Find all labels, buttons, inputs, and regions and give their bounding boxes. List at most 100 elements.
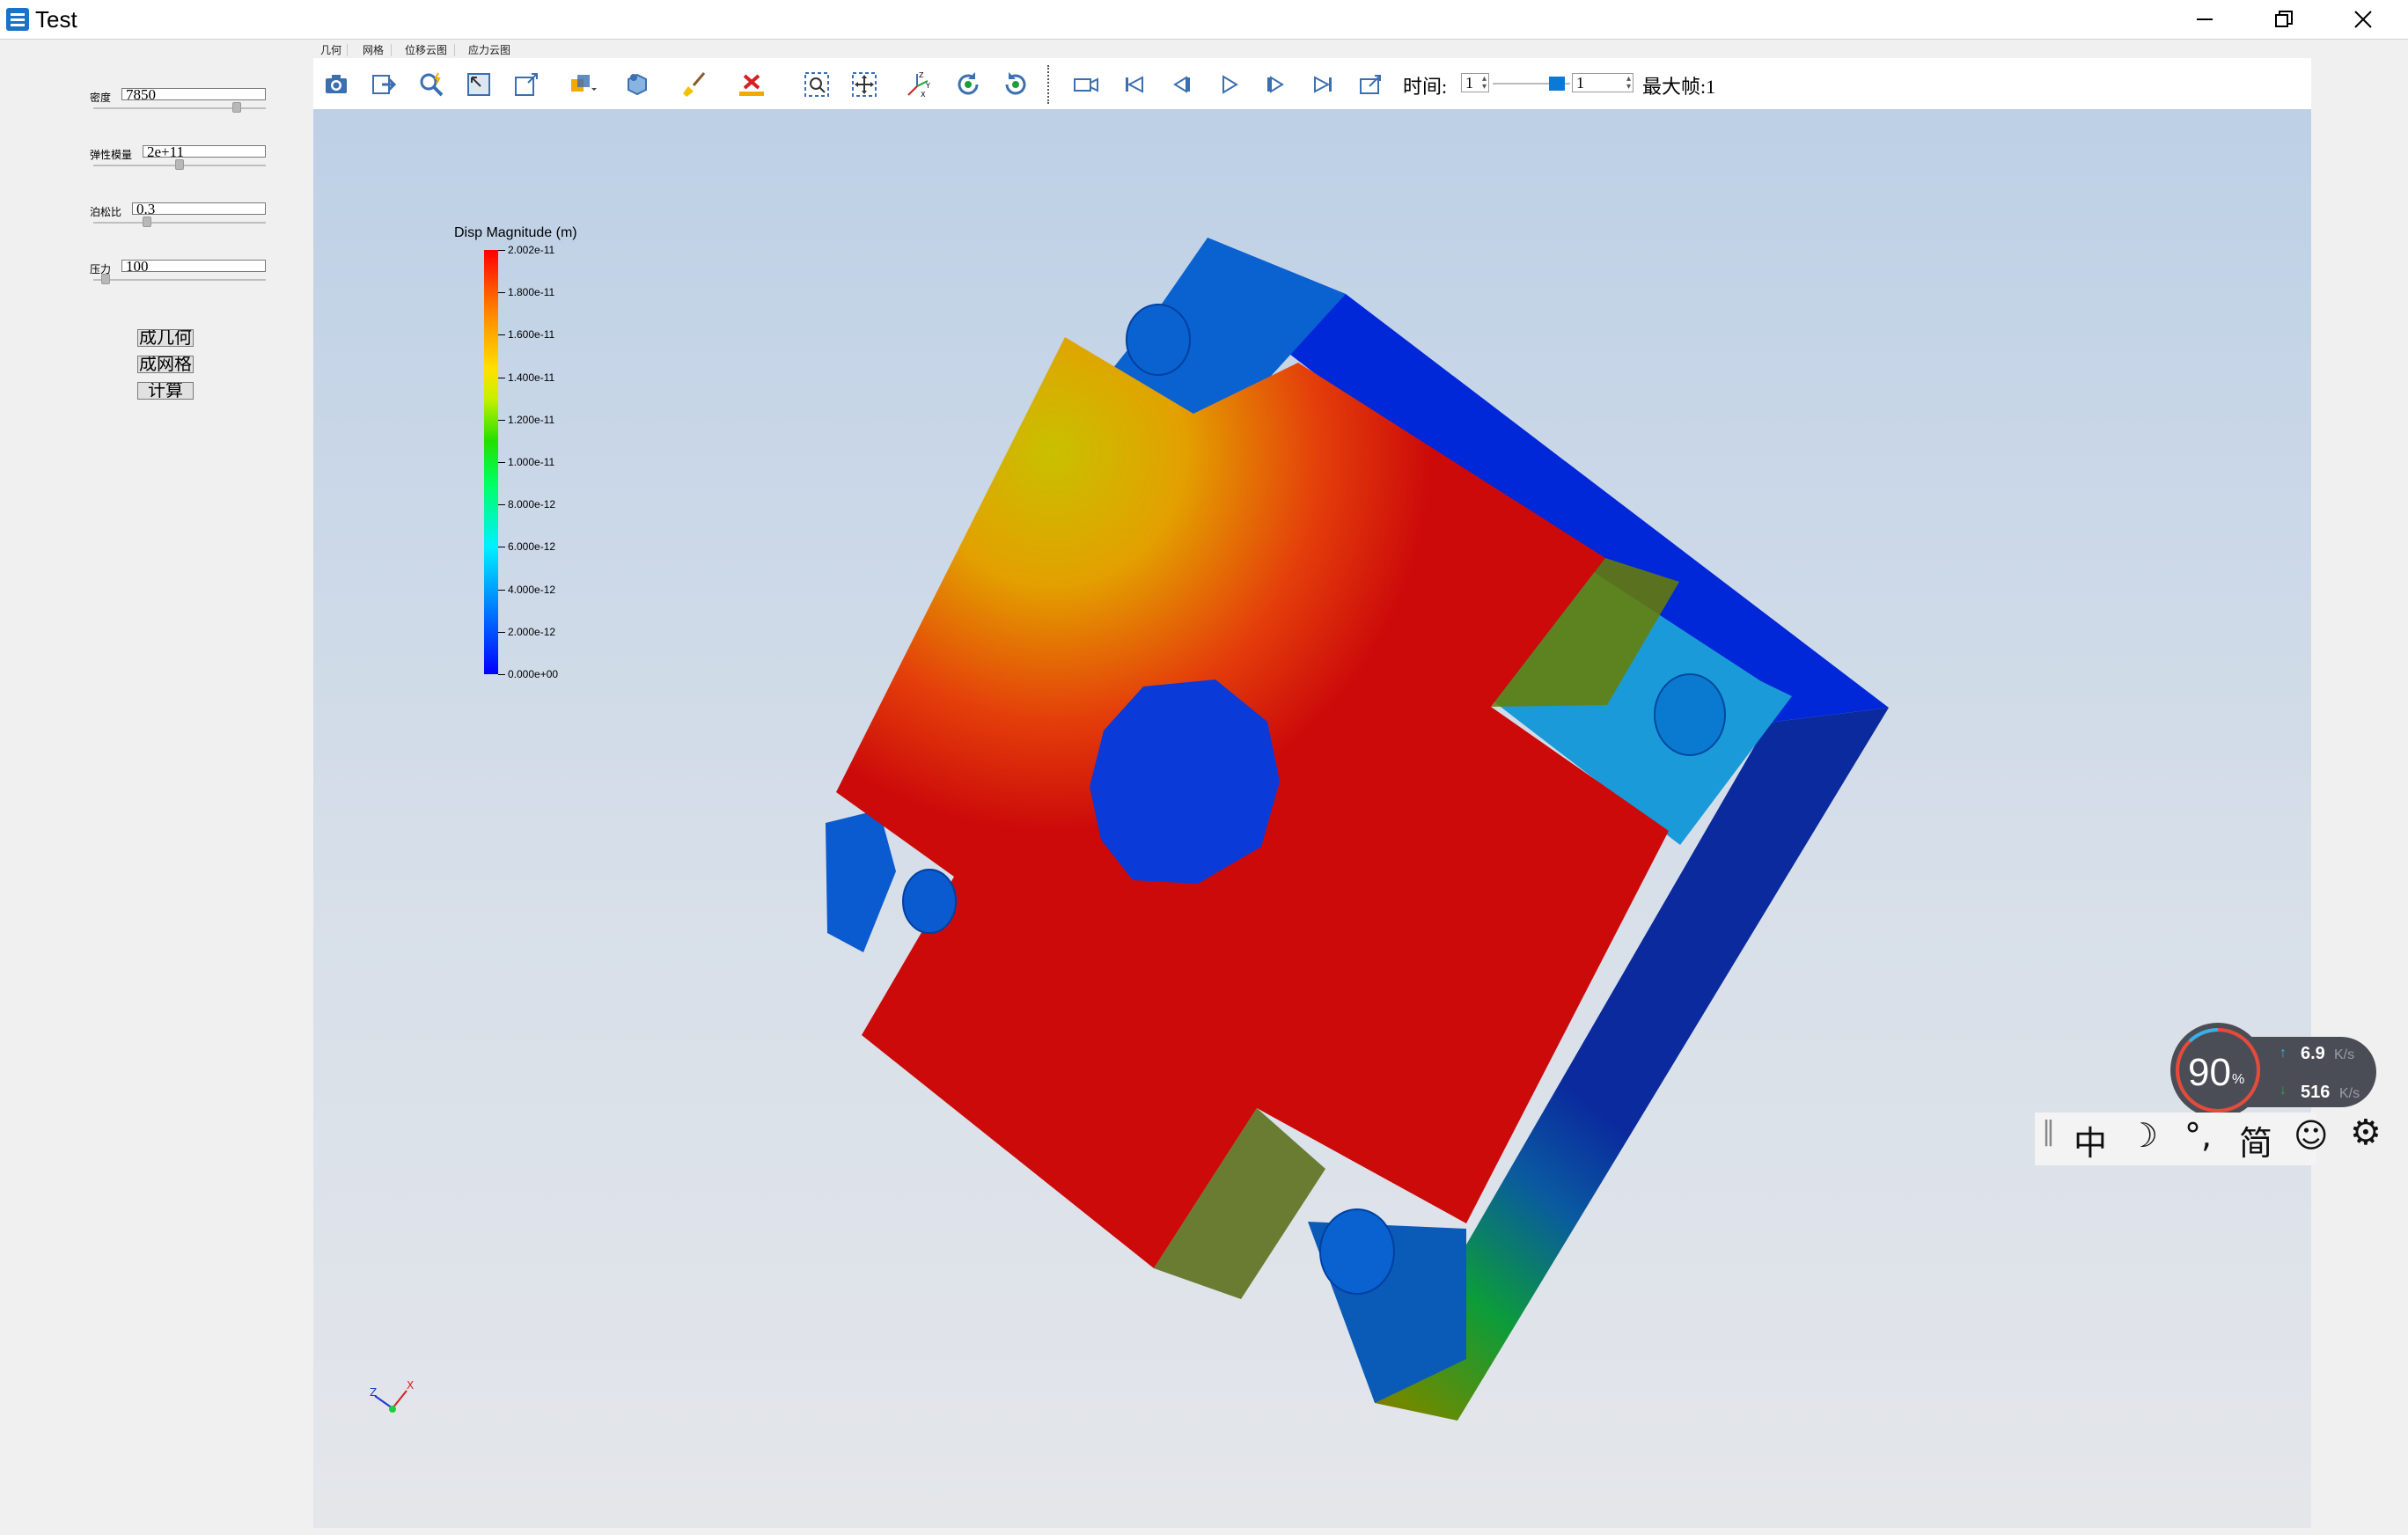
modulus-slider-handle[interactable]	[175, 159, 184, 170]
time-value: 1	[1465, 74, 1473, 92]
tab-displacement[interactable]: 位移云图	[405, 42, 447, 57]
legend-tick	[498, 504, 505, 506]
cube-icon	[628, 73, 647, 96]
legend-tick-label: 1.600e-11	[508, 328, 555, 342]
play-button[interactable]	[1215, 70, 1243, 99]
legend-tick-label: 2.000e-12	[508, 625, 556, 638]
rotate-ccw-button[interactable]	[1002, 70, 1030, 99]
legend-tick-label: 1.200e-11	[508, 413, 555, 426]
ime-language-toggle[interactable]: 中	[2074, 1116, 2107, 1164]
settings-gear-icon[interactable]: ⚙	[2350, 1113, 2382, 1153]
tab-divider	[347, 44, 348, 56]
svg-text:X: X	[921, 91, 926, 99]
close-button[interactable]	[2324, 0, 2403, 39]
tab-stress[interactable]: 应力云图	[468, 42, 510, 57]
legend-tick	[498, 292, 505, 294]
cube-display-button[interactable]	[625, 70, 653, 99]
delete-button[interactable]	[738, 70, 766, 99]
ime-punct-toggle[interactable]: °,	[2184, 1116, 2212, 1155]
pressure-slider-handle[interactable]	[101, 274, 111, 284]
network-monitor-widget[interactable]: 90 % ↑ 6.9 K/s ↓ 516 K/s	[2169, 1021, 2380, 1118]
moon-icon[interactable]: ☽	[2128, 1116, 2158, 1155]
param-poisson: 泊松比 0.3	[90, 202, 266, 245]
prev-frame-button[interactable]	[1167, 70, 1195, 99]
export-icon	[372, 75, 397, 94]
color-scale-bar	[484, 250, 498, 674]
legend-tick	[498, 419, 505, 421]
record-button[interactable]	[1072, 70, 1100, 99]
legend-tick	[498, 631, 505, 633]
spin-arrows-icon[interactable]: ▴ ▾	[1626, 75, 1631, 92]
app-icon	[6, 8, 29, 31]
legend-tick	[498, 674, 505, 675]
spin-arrows-icon[interactable]: ▴ ▾	[1482, 75, 1487, 92]
parameter-panel: 密度 7850 弹性模量 2e+11 泊松比 0.3 压力 100 成几何 成网…	[0, 40, 313, 1535]
tab-geometry[interactable]: 几何	[320, 42, 341, 57]
axes-button[interactable]: ZYX	[905, 70, 933, 99]
prev-frame-icon	[1173, 76, 1190, 93]
zoom-button[interactable]	[417, 70, 445, 99]
first-frame-button[interactable]	[1120, 70, 1148, 99]
next-frame-button[interactable]	[1262, 70, 1290, 99]
param-modulus: 弹性模量 2e+11	[90, 145, 266, 187]
poisson-slider-handle[interactable]	[142, 217, 151, 227]
screenshot-button[interactable]	[322, 70, 350, 99]
ime-mode-toggle[interactable]: 简	[2239, 1116, 2272, 1164]
color-map-button[interactable]	[569, 70, 597, 99]
time-spinbox[interactable]: 1 ▴ ▾	[1461, 73, 1489, 92]
last-frame-icon	[1314, 76, 1332, 93]
view-box-icon	[515, 73, 538, 96]
download-rate: 516	[2301, 1083, 2331, 1102]
emoji-icon[interactable]: ☺	[2294, 1116, 2329, 1155]
generate-geometry-button[interactable]: 成几何	[137, 329, 194, 347]
legend-tick-label: 8.000e-12	[508, 498, 556, 511]
restore-icon	[2275, 11, 2293, 27]
frame-spinbox[interactable]: 1 ▴ ▾	[1572, 73, 1633, 92]
clear-button[interactable]	[681, 70, 709, 99]
title-bar: Test	[0, 0, 2408, 40]
density-slider-handle[interactable]	[232, 102, 242, 113]
model-left-lug	[826, 810, 896, 952]
density-input[interactable]: 7850	[121, 88, 266, 100]
restore-button[interactable]	[2244, 0, 2324, 39]
tab-mesh[interactable]: 网格	[363, 42, 384, 57]
record-icon	[1074, 77, 1098, 92]
frame-slider-handle[interactable]	[1549, 77, 1565, 91]
drag-handle-icon[interactable]: ‖	[2042, 1116, 2055, 1147]
rotate-cw-icon	[958, 72, 979, 95]
last-frame-button[interactable]	[1310, 70, 1338, 99]
param-pressure: 压力 100	[90, 260, 266, 302]
toolbar: ZYX 时间: 1 ▴ ▾ 1 ▴ ▾ 最大帧:1	[313, 58, 2311, 110]
export-animation-button[interactable]	[1357, 70, 1385, 99]
legend-tick-label: 4.000e-12	[508, 583, 556, 596]
poisson-input[interactable]: 0.3	[132, 202, 266, 215]
render-viewport[interactable]: Disp Magnitude (m) 2.002e-11 1.800e-11 1.6…	[313, 109, 2311, 1528]
legend-tick-label: 2.002e-11	[508, 244, 555, 256]
delete-icon	[739, 74, 764, 96]
pressure-input[interactable]: 100	[121, 260, 266, 272]
param-label: 弹性模量	[90, 149, 133, 161]
modulus-input[interactable]: 2e+11	[143, 145, 266, 158]
legend-tick-label: 1.800e-11	[508, 286, 555, 299]
legend-tick	[498, 589, 505, 591]
play-icon	[1222, 75, 1238, 94]
zoom-box-icon	[804, 72, 829, 97]
pan-button[interactable]	[850, 70, 878, 99]
next-frame-icon	[1267, 76, 1284, 93]
zoom-box-button[interactable]	[803, 70, 831, 99]
legend-title: Disp Magnitude (m)	[454, 225, 577, 240]
axis-x-label: X	[407, 1379, 414, 1392]
svg-text:Z: Z	[919, 71, 924, 79]
export-button[interactable]	[370, 70, 398, 99]
view-box-button[interactable]	[512, 70, 540, 99]
minimize-button[interactable]	[2165, 0, 2244, 39]
model-lug-hole	[1654, 673, 1726, 756]
generate-mesh-button[interactable]: 成网格	[137, 356, 194, 373]
tab-divider	[391, 44, 392, 56]
compute-button[interactable]: 计算	[137, 382, 194, 400]
fit-view-button[interactable]	[465, 70, 493, 99]
orientation-axes: X Z	[370, 1379, 414, 1413]
rotate-cw-button[interactable]	[954, 70, 982, 99]
legend-tick-label: 6.000e-12	[508, 540, 556, 554]
model-lug-hole	[1319, 1208, 1395, 1295]
